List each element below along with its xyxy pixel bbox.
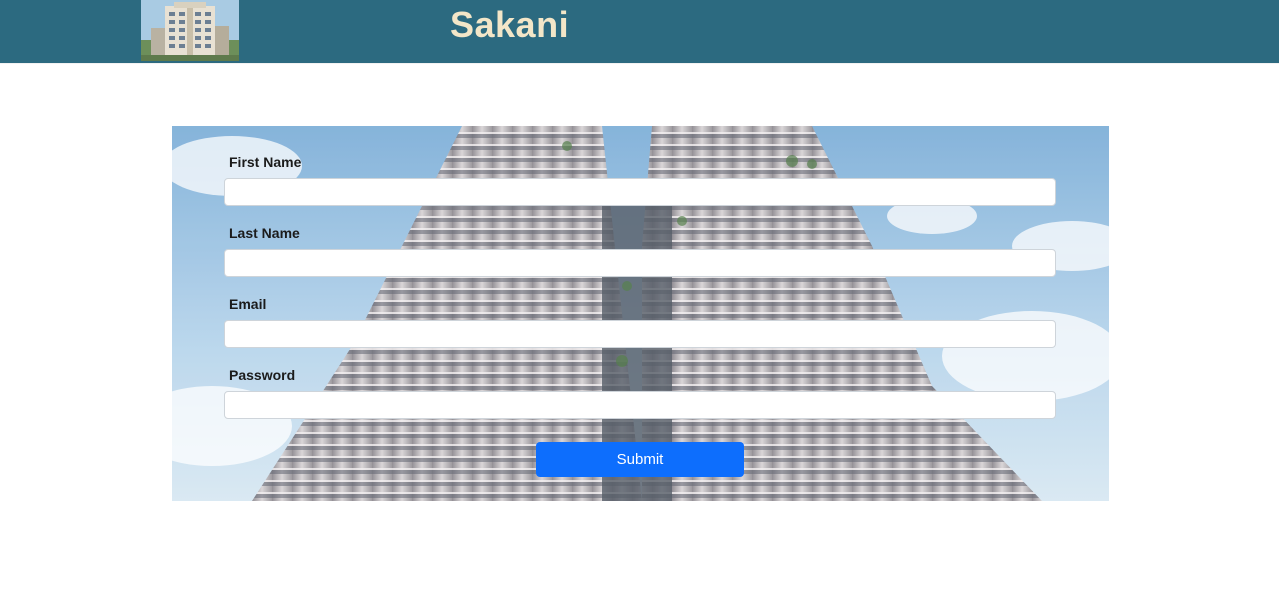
submit-button[interactable]: Submit bbox=[536, 442, 744, 477]
brand-title[interactable]: Sakani bbox=[450, 4, 569, 46]
last-name-label: Last Name bbox=[229, 225, 300, 241]
top-navbar: Sakani bbox=[0, 0, 1279, 63]
registration-form: First Name Last Name Email Password Subm… bbox=[172, 126, 1109, 501]
logo-building-icon[interactable] bbox=[141, 0, 239, 61]
email-label: Email bbox=[229, 296, 267, 312]
email-input[interactable] bbox=[224, 320, 1056, 348]
password-input[interactable] bbox=[224, 391, 1056, 419]
last-name-input[interactable] bbox=[224, 249, 1056, 277]
first-name-input[interactable] bbox=[224, 178, 1056, 206]
first-name-label: First Name bbox=[229, 154, 302, 170]
password-label: Password bbox=[229, 367, 296, 383]
